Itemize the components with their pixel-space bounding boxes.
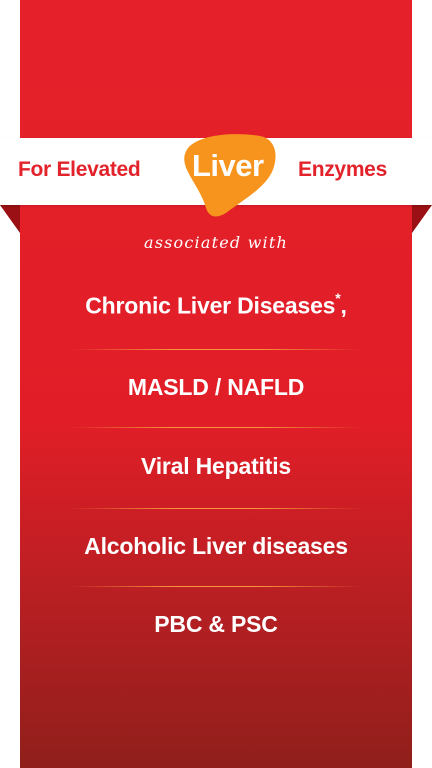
condition-label: Viral Hepatitis bbox=[141, 453, 291, 479]
condition-item: Alcoholic Liver diseases bbox=[20, 533, 412, 560]
condition-item: PBC & PSC bbox=[20, 611, 412, 638]
condition-label: Alcoholic Liver diseases bbox=[84, 533, 348, 559]
ribbon-fold-right bbox=[412, 205, 432, 233]
ribbon-fold-left bbox=[0, 205, 20, 233]
banner-prefix: For Elevated bbox=[18, 158, 141, 181]
condition-item: MASLD / NAFLD bbox=[20, 374, 412, 401]
divider bbox=[70, 427, 362, 428]
condition-trail: , bbox=[340, 292, 347, 319]
footnote-mark: * bbox=[335, 290, 341, 306]
banner-suffix: Enzymes bbox=[298, 158, 387, 181]
subtitle: associated with bbox=[144, 233, 288, 252]
divider bbox=[70, 349, 362, 350]
condition-label: Chronic Liver Diseases bbox=[85, 292, 336, 319]
condition-label: PBC & PSC bbox=[154, 611, 278, 637]
condition-label: MASLD / NAFLD bbox=[127, 374, 305, 400]
banner-highlight: Liver bbox=[192, 148, 264, 183]
condition-item: Chronic Liver Diseases*, bbox=[20, 290, 412, 320]
condition-item: Viral Hepatitis bbox=[20, 453, 412, 480]
divider bbox=[70, 508, 362, 509]
divider bbox=[70, 586, 362, 587]
